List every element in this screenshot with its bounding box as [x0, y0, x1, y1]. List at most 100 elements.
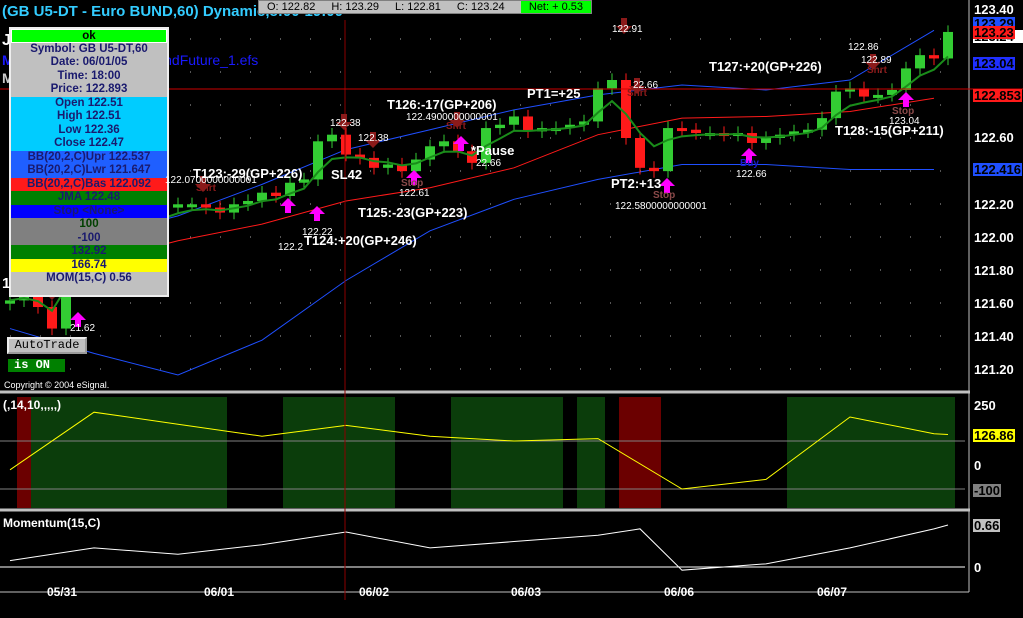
- candle: [509, 116, 519, 125]
- date-tick: 06/03: [511, 585, 542, 599]
- dw-low: Low 122.36: [11, 123, 167, 137]
- ohlc-high: H: 123.29: [331, 1, 380, 13]
- price-note: 122.61: [399, 188, 430, 199]
- signal-zone-red: [619, 397, 661, 508]
- price-note: 122.66: [736, 169, 767, 180]
- dw-bb-lower: BB(20,2,C)Lwr 121.647: [11, 164, 167, 178]
- candle: [915, 55, 925, 69]
- buy-signal-label: Buy: [740, 158, 759, 169]
- price-tick: 121.80: [974, 263, 1014, 278]
- short-signal-label: Shrt: [627, 88, 647, 99]
- stop-loss-label: SL42: [331, 167, 363, 182]
- price-tick: 122.00: [974, 230, 1014, 245]
- dw-bb-upper: BB(20,2,C)Upr 122.537: [11, 150, 167, 164]
- dw-close: Close 122.47: [11, 137, 167, 151]
- candle: [439, 141, 449, 147]
- dw-momentum: MOM(15,C) 0.56: [46, 272, 132, 284]
- price-tick: 123.40: [974, 2, 1014, 17]
- momentum-tick: 0: [974, 560, 982, 575]
- dw-date: Date: 06/01/05: [50, 56, 128, 68]
- candle: [761, 138, 771, 143]
- dw-jma: JMA 122.48: [11, 191, 167, 205]
- signal-zone-green: [283, 397, 395, 508]
- candle: [5, 300, 15, 304]
- candle: [187, 204, 197, 208]
- dw-osc-value2: 166.74: [11, 258, 167, 272]
- autotrade-button[interactable]: AutoTrade: [7, 337, 87, 354]
- candle: [523, 116, 533, 132]
- momentum-title: Momentum(15,C): [3, 516, 101, 530]
- dw-level-minus100: -100: [11, 231, 167, 245]
- candle: [873, 94, 883, 98]
- dw-status: ok: [11, 29, 167, 43]
- short-signal-label: Shrt: [867, 65, 887, 76]
- price-tick: 122.20: [974, 197, 1014, 212]
- date-tick: 05/31: [47, 585, 78, 599]
- momentum-value-marker: 0.66: [973, 518, 1001, 533]
- candle: [635, 138, 645, 168]
- stop-signal-label: Stop: [892, 106, 915, 117]
- date-tick: 06/07: [817, 585, 848, 599]
- osc-level-marker: -100: [973, 483, 1002, 498]
- dw-time: Time: 18:00: [57, 69, 121, 82]
- trade-label: T125:-23(GP+223): [358, 205, 468, 220]
- pause-label: *Pause: [471, 143, 515, 158]
- price-note: 21.62: [70, 323, 96, 334]
- price-note: 122.38: [330, 118, 361, 129]
- dw-high: High 122.51: [11, 110, 167, 124]
- trade-label: T127:+20(GP+226): [709, 59, 822, 74]
- price-tick: 121.60: [974, 296, 1014, 311]
- buy-arrow-icon: [309, 206, 325, 221]
- osc-value-marker: 126.86: [973, 428, 1015, 443]
- candle: [943, 31, 953, 59]
- osc-tick: 0: [974, 458, 982, 473]
- candle: [341, 134, 351, 155]
- trade-label: PT1=+25: [527, 86, 581, 101]
- price-tick: 121.20: [974, 362, 1014, 377]
- oscillator-title: (,14,10,,,,,): [3, 398, 62, 412]
- autotrade-status-button[interactable]: is ON: [8, 359, 65, 372]
- signal-zone-green: [31, 397, 227, 508]
- price-note: 122.22: [302, 227, 333, 238]
- candle: [313, 141, 323, 180]
- dw-price: Price: 122.893: [50, 83, 128, 95]
- ohlc-bar: O: 122.82 H: 123.29 L: 122.81 C: 123.24 …: [258, 0, 592, 14]
- ohlc-open: O: 122.82: [267, 1, 316, 13]
- price-note: 122.38: [358, 133, 389, 144]
- stop-signal-label: Stop: [653, 190, 676, 201]
- ohlc-low: L: 122.81: [395, 1, 441, 13]
- price-note: 22.66: [476, 158, 502, 169]
- price-tick: 121.40: [974, 329, 1014, 344]
- price-note: 123.04: [889, 116, 920, 127]
- signal-zones: [17, 397, 955, 508]
- price-note: 122.86: [848, 42, 879, 53]
- dw-osc-value: 132.92: [11, 245, 167, 259]
- price-note: 122.91: [612, 24, 643, 35]
- candle: [859, 88, 869, 97]
- short-signal-label: Shrt: [446, 121, 466, 132]
- date-tick: 06/01: [204, 585, 235, 599]
- candle: [929, 55, 939, 59]
- buy-arrow-icon: [898, 92, 914, 107]
- candle: [677, 128, 687, 132]
- data-window: ok Symbol: GB U5-DT,60 Date: 06/01/05 Ti…: [9, 27, 169, 297]
- dw-stop: Stop <None>: [11, 204, 167, 218]
- trade-label: T126:-17(GP+206): [387, 97, 497, 112]
- signal-zone-green: [451, 397, 563, 508]
- candle: [663, 128, 673, 172]
- ohlc-net: Net: + 0.53: [520, 1, 591, 13]
- signal-zone-red: [17, 397, 31, 508]
- candle: [383, 164, 393, 168]
- momentum-pane: [0, 524, 965, 571]
- ohlc-close: C: 123.24: [456, 1, 505, 13]
- bb-basis-marker: 122.853: [973, 88, 1022, 103]
- momentum-line: [9, 524, 949, 571]
- signal-zone-green: [577, 397, 605, 508]
- buy-arrow-icon: [280, 198, 296, 213]
- short-signal-label: Shrt: [196, 183, 216, 194]
- candle: [495, 124, 505, 129]
- candle: [201, 204, 211, 208]
- signal-zone-green: [787, 397, 955, 508]
- trade-label: PT2:+13: [611, 176, 662, 191]
- dw-bb-basis: BB(20,2,C)Bas 122.092: [11, 177, 167, 191]
